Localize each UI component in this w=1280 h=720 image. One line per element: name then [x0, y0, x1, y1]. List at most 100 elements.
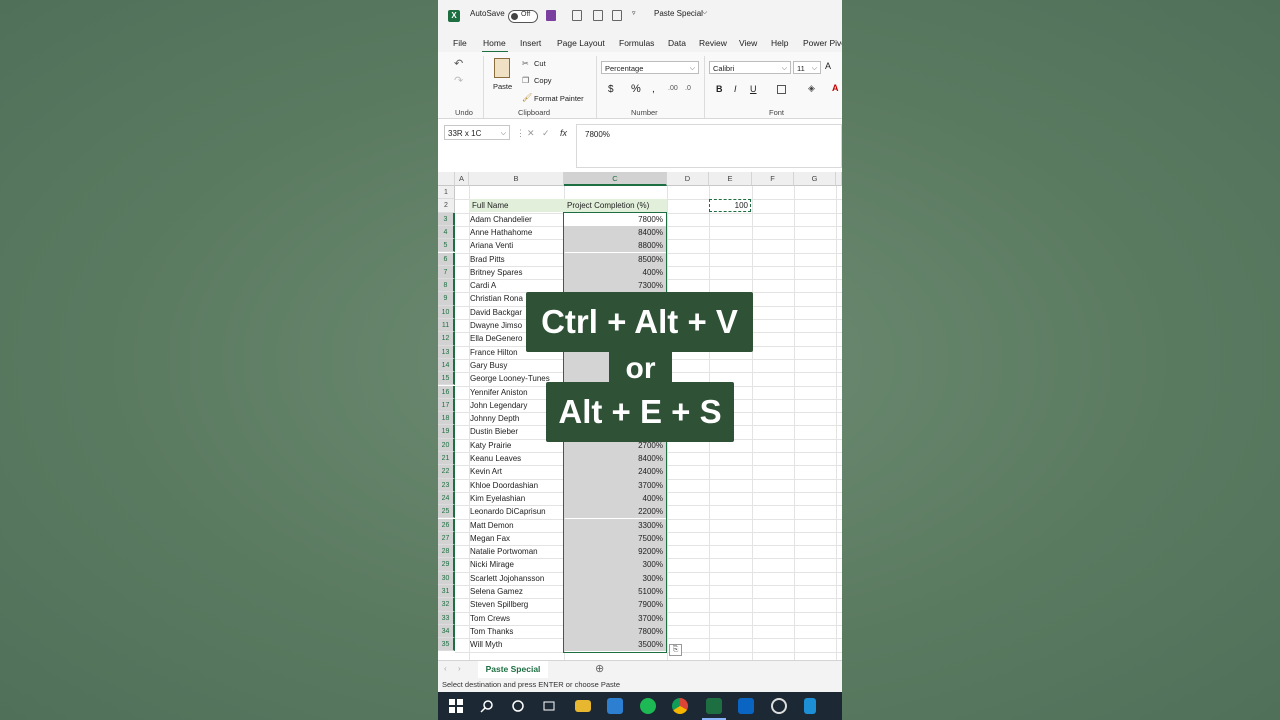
full-name-cell[interactable]: Ella DeGenero [470, 332, 522, 345]
row-header[interactable]: 13 [438, 345, 455, 359]
format-painter-icon[interactable]: 🖌 [522, 93, 532, 102]
chrome-icon[interactable] [672, 698, 688, 714]
cancel-entry-icon[interactable]: ✕ [527, 128, 535, 139]
formula-input[interactable]: 7800% [576, 124, 842, 168]
excel-taskbar-icon[interactable] [706, 698, 722, 714]
redo-icon[interactable]: ↷ [454, 74, 463, 87]
row-header[interactable]: 12 [438, 332, 455, 346]
increase-font-size-icon[interactable]: A [825, 61, 831, 71]
full-name-cell[interactable]: David Backgar [470, 306, 522, 319]
full-name-cell[interactable]: Ariana Venti [470, 239, 513, 252]
row-header[interactable]: 20 [438, 438, 455, 452]
row-header[interactable]: 1 [438, 186, 455, 200]
header-project-completion[interactable]: Project Completion (%) [564, 199, 667, 213]
column-header-a[interactable]: A [455, 172, 469, 186]
row-header[interactable]: 35 [438, 638, 455, 652]
outlook-icon[interactable] [738, 698, 754, 714]
spotify-icon[interactable] [640, 698, 656, 714]
column-header-b[interactable]: B [469, 172, 564, 186]
full-name-cell[interactable]: France Hilton [470, 346, 518, 359]
row-header[interactable]: 4 [438, 225, 455, 240]
column-header-e[interactable]: E [709, 172, 752, 186]
font-color-icon[interactable]: A [832, 83, 839, 93]
borders-icon[interactable] [777, 85, 786, 94]
full-name-cell[interactable]: Adam Chandelier [470, 213, 532, 226]
tab-view[interactable]: View [739, 38, 757, 48]
column-header-c[interactable]: C [564, 172, 667, 186]
row-header[interactable]: 10 [438, 305, 455, 319]
search-icon[interactable] [479, 698, 495, 714]
full-name-cell[interactable]: Keanu Leaves [470, 452, 521, 465]
underline-icon[interactable]: U [750, 84, 757, 94]
tab-home[interactable]: Home [483, 38, 506, 48]
row-header[interactable]: 17 [438, 398, 455, 413]
full-name-cell[interactable]: Leonardo DiCaprisun [470, 505, 546, 518]
tab-page-layout[interactable]: Page Layout [557, 38, 605, 48]
row-header[interactable]: 7 [438, 265, 455, 280]
fill-color-icon[interactable]: ◈ [808, 83, 815, 94]
row-header[interactable]: 32 [438, 598, 455, 612]
scroll-left-icon[interactable]: ‹ [444, 664, 447, 673]
cortana-icon[interactable] [510, 698, 526, 714]
enter-check-icon[interactable]: ✓ [542, 128, 550, 139]
full-name-cell[interactable]: Matt Demon [470, 519, 514, 532]
full-name-cell[interactable]: Will Myth [470, 638, 502, 651]
full-name-cell[interactable]: Tom Thanks [470, 625, 513, 638]
file-explorer-icon[interactable] [575, 700, 591, 712]
obs-icon[interactable] [771, 698, 787, 714]
increase-decimal-icon[interactable]: .00 [668, 85, 678, 92]
row-header[interactable]: 9 [438, 292, 455, 306]
font-size-dropdown[interactable]: 11 ⌵ [793, 61, 821, 74]
full-name-cell[interactable]: Britney Spares [470, 266, 522, 279]
row-header[interactable]: 19 [438, 425, 455, 439]
autosave-toggle[interactable]: Off [508, 10, 538, 23]
add-sheet-icon[interactable]: ⊕ [595, 662, 604, 675]
full-name-cell[interactable]: John Legendary [470, 399, 527, 412]
full-name-cell[interactable]: Megan Fax [470, 532, 510, 545]
row-header[interactable]: 27 [438, 531, 455, 546]
scroll-right-icon[interactable]: › [458, 664, 461, 673]
full-name-cell[interactable]: Natalie Portwoman [470, 545, 538, 558]
full-name-cell[interactable]: Gary Busy [470, 359, 507, 372]
document-title[interactable]: Paste Special [654, 9, 703, 18]
row-header[interactable]: 28 [438, 545, 455, 559]
italic-icon[interactable]: I [734, 84, 737, 94]
app-icon[interactable] [804, 698, 816, 714]
paste-options-icon[interactable]: ⎘ [669, 644, 682, 656]
column-header-g[interactable]: G [794, 172, 836, 186]
full-name-cell[interactable]: Kevin Art [470, 465, 502, 478]
row-header[interactable]: 25 [438, 505, 455, 519]
tab-help[interactable]: Help [771, 38, 788, 48]
full-name-cell[interactable]: Dwayne Jimso [470, 319, 522, 332]
format-painter-button[interactable]: Format Painter [534, 94, 584, 103]
column-header-d[interactable]: D [667, 172, 709, 186]
print-preview-icon[interactable] [612, 10, 622, 21]
tab-power-pivot[interactable]: Power Pivo [803, 38, 842, 48]
new-file-icon[interactable] [593, 10, 603, 21]
row-header[interactable]: 34 [438, 624, 455, 639]
paste-icon[interactable] [494, 58, 510, 78]
tab-data[interactable]: Data [668, 38, 686, 48]
percent-style-icon[interactable]: % [631, 83, 641, 95]
full-name-cell[interactable]: Khloe Doordashian [470, 479, 538, 492]
form-icon[interactable] [572, 10, 582, 21]
insert-function-icon[interactable]: fx [560, 128, 567, 138]
cut-icon[interactable]: ✂ [522, 59, 529, 68]
row-header[interactable]: 22 [438, 465, 455, 479]
select-all-corner[interactable] [438, 172, 455, 186]
full-name-cell[interactable]: Anne Hathahome [470, 226, 532, 239]
row-header[interactable]: 23 [438, 478, 455, 492]
full-name-cell[interactable]: Tom Crews [470, 612, 510, 625]
row-header[interactable]: 21 [438, 452, 455, 466]
row-header[interactable]: 15 [438, 372, 455, 386]
full-name-cell[interactable]: Kim Eyelashian [470, 492, 525, 505]
full-name-cell[interactable]: Cardi A [470, 279, 496, 292]
row-header[interactable]: 14 [438, 358, 455, 373]
tab-file[interactable]: File [453, 38, 467, 48]
currency-icon[interactable]: $ [608, 84, 614, 95]
decrease-decimal-icon[interactable]: .0 [685, 85, 691, 92]
name-box[interactable]: 33R x 1C ⌵ [444, 125, 510, 140]
full-name-cell[interactable]: Dustin Bieber [470, 425, 518, 438]
full-name-cell[interactable]: Nicki Mirage [470, 558, 514, 571]
row-header[interactable]: 30 [438, 571, 455, 585]
